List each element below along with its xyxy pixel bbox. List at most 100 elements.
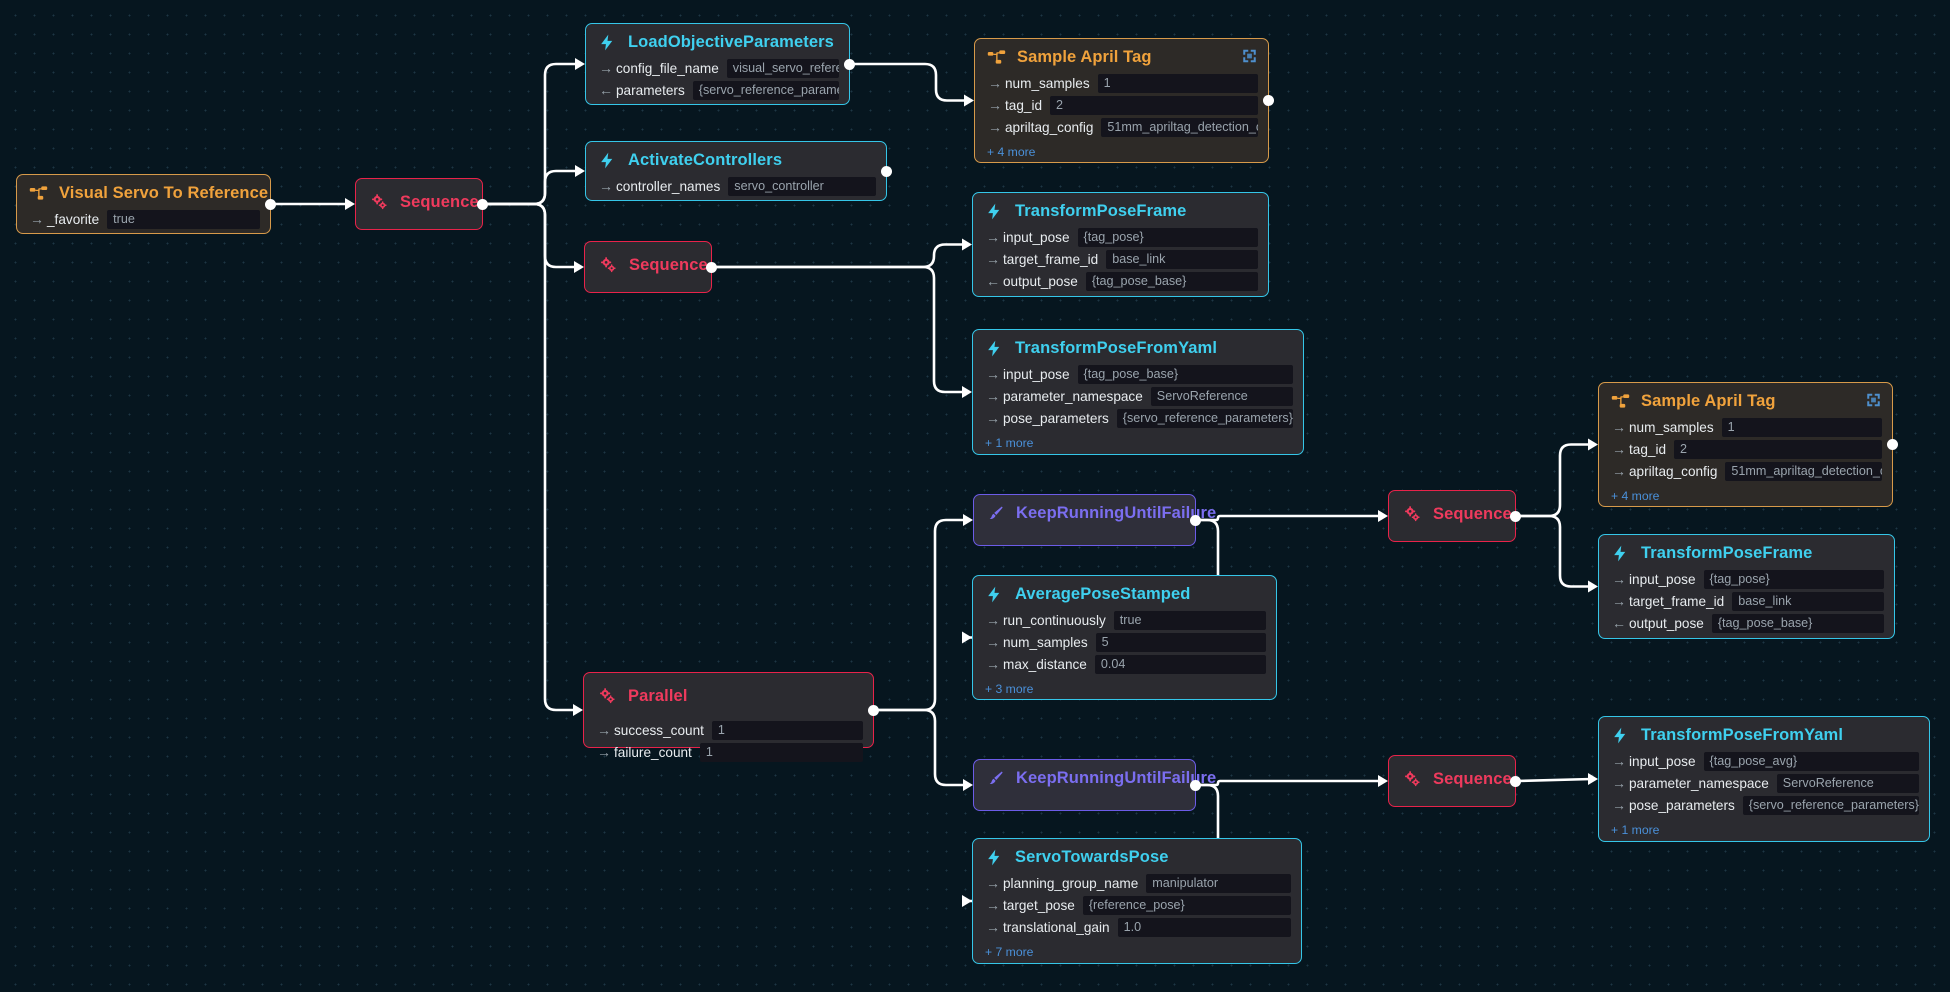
- port-row: → run_continuously true: [983, 610, 1266, 630]
- bt-node-sample-april-tag-1[interactable]: Sample April Tag → num_samples 1 → tag_id 2 → ap…: [974, 38, 1274, 166]
- port-name: num_samples: [1629, 419, 1714, 435]
- port-row: → controller_names servo_controller: [596, 176, 876, 196]
- bt-node-root-subtree[interactable]: Visual Servo To Reference → _favorite true: [16, 174, 276, 234]
- port-value-field[interactable]: ServoReference: [1150, 386, 1293, 406]
- edge-keep-running-1-to-seq-right-1: [1194, 514, 1384, 522]
- port-value-field[interactable]: 2: [1674, 439, 1882, 459]
- port-value-field[interactable]: {tag_pose_base}: [1077, 364, 1293, 384]
- bt-node-transform-pose-from-yaml-2[interactable]: TransformPoseFromYaml → input_pose {tag_pos…: [1598, 716, 1930, 842]
- port-value-field[interactable]: base_link: [1106, 249, 1258, 269]
- port-value-field[interactable]: visual_servo_reference.yaml: [726, 58, 839, 78]
- show-more-ports-link[interactable]: + 1 more: [973, 436, 1303, 457]
- port-name: num_samples: [1005, 75, 1090, 91]
- port-value-field[interactable]: 1.0: [1117, 917, 1291, 937]
- bt-node-seq-mid[interactable]: Sequence: [584, 241, 717, 293]
- node-header: Sequence: [1389, 756, 1515, 803]
- port-value-field[interactable]: 1: [699, 742, 863, 762]
- show-more-ports-link[interactable]: + 3 more: [973, 682, 1276, 703]
- port-value-field[interactable]: 0.04: [1094, 654, 1266, 674]
- bt-node-load-objective-parameters[interactable]: LoadObjectiveParameters → config_file_name…: [585, 23, 855, 105]
- port-name: tag_id: [1629, 441, 1667, 457]
- output-port-handle[interactable]: [868, 704, 879, 716]
- port-name: target_frame_id: [1003, 251, 1099, 267]
- bt-node-transform-pose-frame-2[interactable]: TransformPoseFrame → input_pose {tag_pose} →…: [1598, 534, 1895, 639]
- node-title: TransformPoseFrame: [1641, 544, 1813, 562]
- output-port-handle[interactable]: [1190, 779, 1201, 791]
- bt-node-keep-running-2[interactable]: KeepRunningUntilFailure: [973, 759, 1216, 811]
- port-value-field[interactable]: manipulator: [1146, 873, 1291, 893]
- behavior-tree-canvas[interactable]: Visual Servo To Reference → _favorite true S…: [0, 0, 1950, 992]
- bt-node-seq-right-1[interactable]: Sequence: [1388, 490, 1521, 542]
- bt-node-parallel[interactable]: Parallel → success_count 1 → failure_count 1: [583, 672, 879, 762]
- port-value-field[interactable]: {tag_pose_avg}: [1703, 751, 1919, 771]
- port-value-field[interactable]: true: [1113, 610, 1266, 630]
- expand-icon[interactable]: [1866, 393, 1881, 408]
- port-value-field[interactable]: {tag_pose}: [1703, 569, 1884, 589]
- bt-node-seq-root[interactable]: Sequence: [355, 178, 488, 230]
- bt-node-sample-april-tag-2[interactable]: Sample April Tag → num_samples 1 → tag_id 2 → ap…: [1598, 382, 1898, 510]
- output-port-handle[interactable]: [265, 198, 276, 210]
- port-value-field[interactable]: servo_controller: [728, 176, 876, 196]
- edge-parallel-to-keep-running-1: [872, 518, 969, 712]
- show-more-ports-link[interactable]: + 4 more: [975, 145, 1268, 166]
- port-value-field[interactable]: {tag_pose_base}: [1711, 613, 1884, 633]
- port-value-field[interactable]: 51mm_apriltag_detection_con: [1101, 117, 1258, 137]
- show-more-ports-link[interactable]: + 7 more: [973, 945, 1301, 966]
- bt-node-seq-right-2[interactable]: Sequence: [1388, 755, 1521, 807]
- output-port-handle[interactable]: [706, 261, 717, 273]
- port-value-field[interactable]: 1: [1097, 73, 1258, 93]
- port-value-field[interactable]: 5: [1095, 632, 1266, 652]
- gears-icon: [1403, 770, 1422, 789]
- port-row: → target_frame_id base_link: [983, 249, 1258, 269]
- show-more-ports-link[interactable]: + 1 more: [1599, 823, 1929, 844]
- port-name: apriltag_config: [1629, 463, 1718, 479]
- port-value-field[interactable]: 1: [711, 720, 863, 740]
- port-row: → max_distance 0.04: [983, 654, 1266, 674]
- port-name: parameter_namespace: [1003, 388, 1143, 404]
- output-port-handle[interactable]: [1263, 95, 1274, 106]
- bt-node-transform-pose-frame-1[interactable]: TransformPoseFrame → input_pose {tag_pose} →…: [972, 192, 1269, 297]
- bt-node-keep-running-1[interactable]: KeepRunningUntilFailure: [973, 494, 1216, 546]
- arrow-in-icon: →: [30, 211, 44, 227]
- arrow-in-icon: →: [986, 229, 1000, 245]
- port-value-field[interactable]: {reference_pose}: [1082, 895, 1291, 915]
- output-port-handle[interactable]: [881, 165, 892, 177]
- output-port-handle[interactable]: [1190, 514, 1201, 526]
- node-header: Sample April Tag: [975, 39, 1268, 73]
- output-port-handle[interactable]: [1510, 510, 1521, 522]
- port-value-field[interactable]: {tag_pose_base}: [1085, 271, 1258, 291]
- node-ports: → num_samples 1 → tag_id 2 → apriltag_config 51m…: [1599, 417, 1892, 489]
- bolt-icon: [985, 202, 1004, 221]
- port-value-field[interactable]: {tag_pose}: [1077, 227, 1258, 247]
- port-value-field[interactable]: 51mm_apriltag_detection_con: [1725, 461, 1882, 481]
- output-port-handle[interactable]: [844, 58, 855, 70]
- port-value-field[interactable]: ServoReference: [1776, 773, 1919, 793]
- port-name: parameters: [616, 82, 685, 98]
- port-value-field[interactable]: 1: [1721, 417, 1882, 437]
- output-port-handle[interactable]: [477, 198, 488, 210]
- show-more-ports-link[interactable]: + 4 more: [1599, 489, 1892, 510]
- port-value-field[interactable]: base_link: [1732, 591, 1884, 611]
- output-port-handle[interactable]: [1510, 775, 1521, 787]
- edge-arrowhead: [1588, 438, 1598, 451]
- subtree-icon: [29, 184, 48, 203]
- expand-icon[interactable]: [1242, 49, 1257, 64]
- bt-node-servo-towards-pose[interactable]: ServoTowardsPose → planning_group_name mani…: [972, 838, 1302, 964]
- bt-node-average-pose-stamped[interactable]: AveragePoseStamped → run_continuously true →…: [972, 575, 1277, 700]
- edge-seq-right-1-to-transform-pose-frame-2: [1514, 514, 1594, 588]
- port-value-field[interactable]: true: [107, 209, 260, 229]
- node-title: Visual Servo To Reference: [59, 184, 269, 202]
- arrow-in-icon: →: [986, 251, 1000, 267]
- port-row: → translational_gain 1.0: [983, 917, 1291, 937]
- node-header: AveragePoseStamped: [973, 576, 1276, 610]
- bt-node-transform-pose-from-yaml-1[interactable]: TransformPoseFromYaml → input_pose {tag_pos…: [972, 329, 1304, 455]
- node-header: ActivateControllers: [586, 142, 886, 176]
- port-value-field[interactable]: {servo_reference_parameters}: [1116, 408, 1293, 428]
- port-value-field[interactable]: {servo_reference_parameters}: [692, 80, 839, 100]
- port-row: → tag_id 2: [985, 95, 1258, 115]
- port-value-field[interactable]: {servo_reference_parameters}: [1742, 795, 1919, 815]
- node-title: ServoTowardsPose: [1015, 848, 1169, 866]
- bt-node-activate-controllers[interactable]: ActivateControllers → controller_names serv…: [585, 141, 892, 201]
- port-value-field[interactable]: 2: [1050, 95, 1258, 115]
- output-port-handle[interactable]: [1887, 439, 1898, 450]
